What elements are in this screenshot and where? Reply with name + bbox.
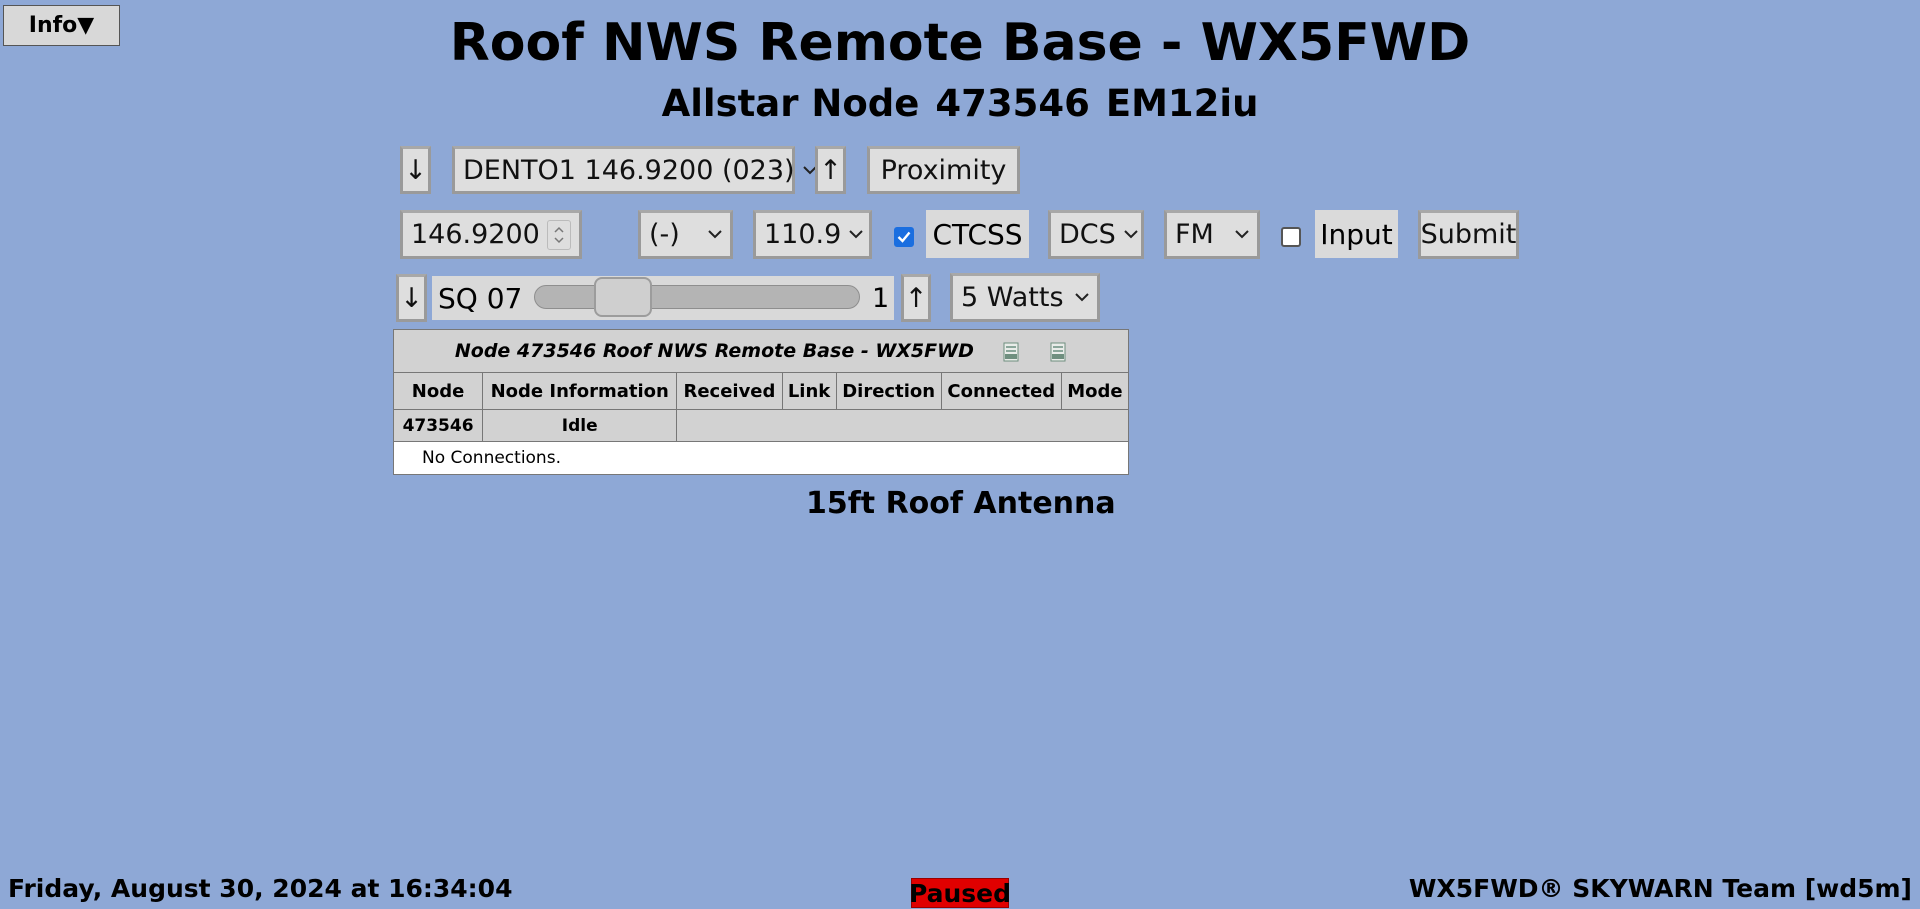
squelch-max-label: 1 bbox=[872, 282, 890, 314]
table-row: 473546 Idle bbox=[392, 409, 1129, 442]
no-connections-message: No Connections. bbox=[393, 441, 1129, 475]
subtitle-prefix: Allstar Node bbox=[661, 82, 920, 125]
col-header-node: Node bbox=[392, 372, 484, 410]
channel-down-button[interactable]: ↓ bbox=[400, 146, 431, 194]
channel-up-button[interactable]: ↑ bbox=[815, 146, 846, 194]
col-header-received: Received bbox=[676, 372, 783, 410]
offset-select[interactable]: (-) bbox=[638, 210, 733, 259]
ctcss-label: CTCSS bbox=[926, 210, 1029, 258]
col-header-connected: Connected bbox=[940, 372, 1062, 410]
input-checkbox[interactable] bbox=[1281, 227, 1301, 247]
squelch-down-button[interactable]: ↓ bbox=[396, 274, 427, 322]
page-title: Roof NWS Remote Base - WX5FWD bbox=[449, 13, 1471, 73]
proximity-label: Proximity bbox=[880, 154, 1007, 186]
node-number: 473546 bbox=[935, 82, 1090, 125]
squelch-up-label: ↑ bbox=[904, 282, 928, 314]
power-select[interactable]: 5 Watts bbox=[950, 273, 1100, 322]
table-caption-text: Node 473546 Roof NWS Remote Base - WX5FW… bbox=[454, 340, 974, 362]
frequency-value: 146.9200 bbox=[411, 219, 540, 250]
chevron-down-icon bbox=[849, 228, 864, 242]
tone-select[interactable]: 110.9 bbox=[753, 210, 872, 259]
table-caption: Node 473546 Roof NWS Remote Base - WX5FW… bbox=[393, 329, 1129, 373]
grid-square: EM12iu bbox=[1105, 82, 1259, 125]
chevron-down-icon bbox=[1124, 228, 1138, 242]
col-header-node-information: Node Information bbox=[482, 372, 678, 410]
power-value: 5 Watts bbox=[961, 282, 1064, 313]
frequency-input[interactable]: 146.9200 bbox=[400, 210, 582, 259]
squelch-label: SQ 07 bbox=[438, 281, 523, 315]
cell-node: 473546 bbox=[392, 409, 484, 442]
checkmark-icon bbox=[897, 231, 911, 243]
chevron-down-icon bbox=[708, 228, 722, 242]
chevron-down-icon bbox=[1235, 228, 1249, 242]
squelch-slider-track[interactable] bbox=[534, 285, 860, 309]
cell-empty bbox=[676, 409, 1129, 442]
antenna-label: 15ft Roof Antenna bbox=[806, 486, 1116, 521]
channel-select[interactable]: DENTO1 146.9200 (023) bbox=[452, 146, 817, 194]
squelch-down-label: ↓ bbox=[400, 282, 423, 314]
footer-datetime: Friday, August 30, 2024 at 16:34:04 bbox=[8, 874, 513, 903]
col-header-link: Link bbox=[781, 372, 837, 410]
mode-value: FM bbox=[1175, 219, 1214, 250]
offset-value: (-) bbox=[649, 219, 680, 250]
channel-select-value: DENTO1 146.9200 (023) bbox=[463, 154, 795, 186]
submit-label: Submit bbox=[1420, 219, 1517, 250]
mode-select[interactable]: FM bbox=[1164, 210, 1260, 259]
archive-log-icon[interactable] bbox=[1049, 342, 1067, 362]
ctcss-checkbox[interactable] bbox=[894, 227, 914, 247]
input-label: Input bbox=[1315, 210, 1398, 258]
tone-value: 110.9 bbox=[764, 219, 842, 250]
dcs-value: DCS bbox=[1059, 219, 1116, 250]
proximity-button[interactable]: Proximity bbox=[867, 146, 1020, 194]
table-header-row: Node Node Information Received Link Dire… bbox=[392, 372, 1130, 410]
table-row-empty: No Connections. bbox=[393, 441, 1129, 475]
channel-up-label: ↑ bbox=[819, 154, 842, 186]
col-header-direction: Direction bbox=[835, 372, 942, 410]
status-badge: Paused bbox=[908, 878, 1012, 908]
log-file-icon[interactable] bbox=[1002, 342, 1020, 362]
spinner-icon[interactable] bbox=[547, 219, 571, 250]
footer-credit: WX5FWD® SKYWARN Team [wd5m] bbox=[1408, 874, 1912, 903]
col-header-mode: Mode bbox=[1060, 372, 1130, 410]
chevron-down-icon bbox=[1075, 291, 1089, 305]
node-status-table: Node 473546 Roof NWS Remote Base - WX5FW… bbox=[392, 329, 1130, 475]
node-subtitle: Allstar Node 473546 EM12iu bbox=[0, 80, 1920, 128]
dcs-select[interactable]: DCS bbox=[1048, 210, 1144, 259]
cell-node-info: Idle bbox=[482, 409, 678, 442]
squelch-slider-thumb[interactable] bbox=[594, 277, 652, 317]
submit-button[interactable]: Submit bbox=[1418, 210, 1519, 259]
squelch-up-button[interactable]: ↑ bbox=[901, 274, 931, 322]
channel-down-label: ↓ bbox=[404, 154, 427, 186]
